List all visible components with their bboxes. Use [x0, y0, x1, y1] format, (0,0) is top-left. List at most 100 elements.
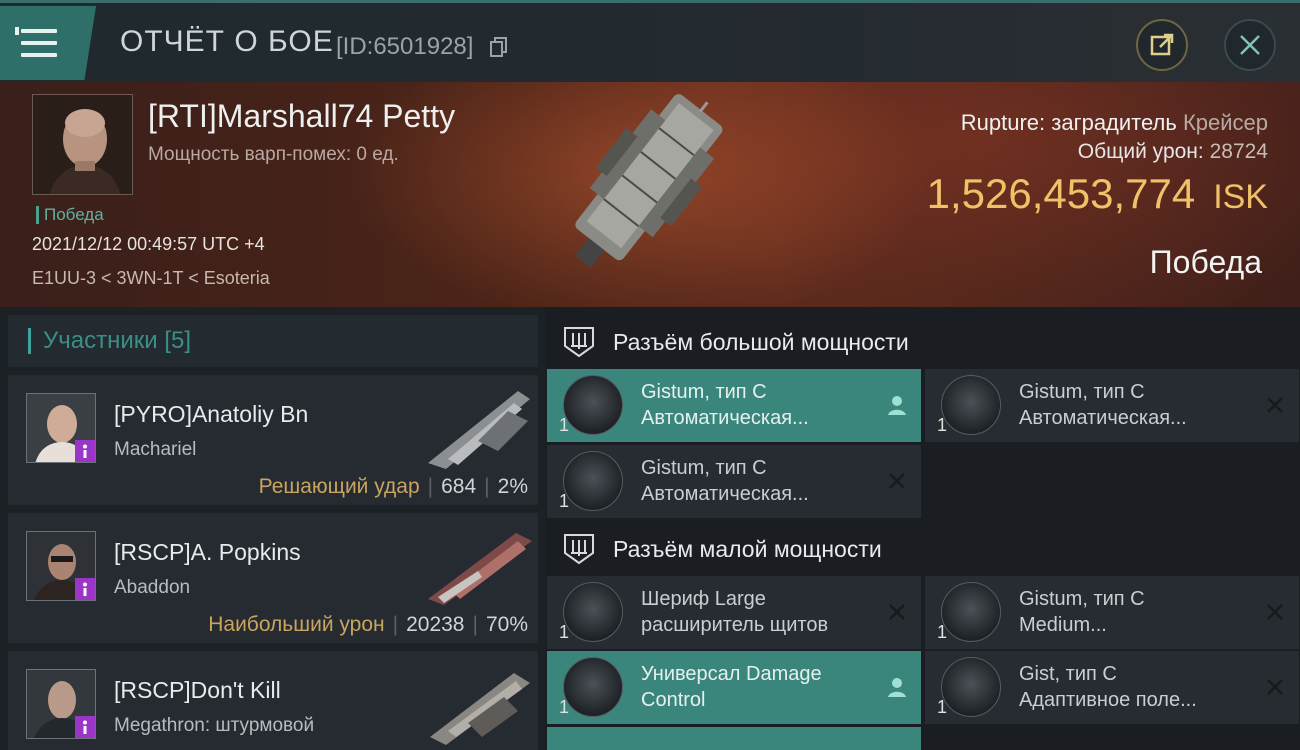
close-icon[interactable]	[885, 469, 909, 493]
participant-stats: Решающий удар | 684 | 2%	[259, 475, 528, 499]
module-name: Gistum, тип C	[641, 457, 767, 479]
participants-header[interactable]: Участники [5]	[8, 315, 538, 367]
participant-damage: 20238	[406, 613, 465, 636]
close-icon[interactable]	[885, 600, 909, 624]
fitting-module[interactable]: 1 Шериф Large расширитель щитов	[547, 576, 921, 649]
menu-button[interactable]	[0, 6, 96, 80]
badge-icon	[83, 720, 87, 734]
module-type: Автоматическая...	[641, 483, 809, 505]
badge-icon	[83, 444, 87, 458]
victim-ship-name: Rupture: заградитель	[960, 110, 1177, 135]
participant-ship: Megathron: штурмовой	[114, 715, 315, 736]
fitting-module[interactable]: 1 Gist, тип C Адаптивное поле...	[925, 651, 1299, 724]
module-count: 1	[559, 415, 570, 435]
victim-banner: [RTI]Marshall74 Petty Мощность варп-поме…	[0, 82, 1300, 307]
module-count: 1	[937, 415, 948, 435]
fitting-module[interactable]: 1 Gistum, тип C Автоматическая...	[925, 369, 1299, 442]
warp-disrupt-text: Мощность варп-помех: 0 ед.	[148, 144, 399, 165]
module-name: Gist, тип C	[1019, 663, 1117, 685]
module-count: 1	[937, 622, 948, 642]
turret-icon	[941, 375, 1001, 435]
high-slot-icon	[564, 327, 594, 358]
fitting-module[interactable]: 1 Gistum, тип C Medium...	[925, 576, 1299, 649]
module-type: Medium...	[1019, 614, 1107, 636]
module-count: 1	[559, 622, 570, 642]
participant-name: [PYRO]Anatoliy Bn	[114, 401, 309, 427]
medium-module-icon	[941, 582, 1001, 642]
isk-value-line: 1,526,453,774 ISK	[927, 170, 1268, 218]
participants-panel: Участники [5] [PYRO]Anatoliy Bn Macharie…	[0, 307, 545, 750]
participant-percent: 2%	[497, 475, 528, 498]
participant-card[interactable]: [RSCP]A. Popkins Abaddon Наибольший урон…	[8, 513, 538, 643]
adaptive-field-icon	[941, 657, 1001, 717]
share-button[interactable]	[1136, 19, 1188, 71]
turret-icon	[563, 375, 623, 435]
person-icon[interactable]	[885, 393, 909, 417]
close-icon	[1240, 35, 1260, 55]
isk-unit: ISK	[1213, 178, 1268, 216]
participant-ship: Machariel	[114, 439, 197, 460]
close-button[interactable]	[1224, 19, 1276, 71]
status-label: Победа	[44, 205, 104, 224]
corp-badge	[75, 578, 95, 600]
fittings-panel: Разъём большой мощности 1 Gistum, тип C …	[545, 307, 1300, 750]
page-title: ОТЧЁТ О БОЕ	[120, 25, 334, 58]
person-icon[interactable]	[885, 675, 909, 699]
stats-separator: |	[392, 613, 399, 636]
participant-card[interactable]: [PYRO]Anatoliy Bn Machariel Решающий уда…	[8, 375, 538, 505]
victim-ship-image	[575, 94, 723, 268]
victim-portrait[interactable]	[32, 94, 133, 195]
close-icon[interactable]	[1263, 675, 1287, 699]
damage-control-icon	[563, 657, 623, 717]
total-damage: Общий урон: 28724	[1078, 140, 1268, 164]
participant-stats: Наибольший урон | 20238 | 70%	[208, 613, 528, 637]
final-blow-tag: Решающий удар	[258, 475, 420, 498]
module-name: Gistum, тип C	[1019, 381, 1145, 403]
stats-separator: |	[427, 475, 434, 498]
top-damage-tag: Наибольший урон	[208, 613, 385, 636]
kill-location[interactable]: E1UU-3 < 3WN-1T < Esoteria	[32, 268, 270, 289]
low-slot-icon	[564, 534, 594, 565]
module-count: 1	[559, 491, 570, 511]
fitting-module[interactable]: 1 Универсал Damage Control	[547, 651, 921, 724]
participant-name: [RSCP]A. Popkins	[114, 539, 301, 565]
share-icon	[1150, 33, 1174, 56]
participant-damage: 684	[441, 475, 477, 498]
close-icon[interactable]	[1263, 600, 1287, 624]
fitting-module[interactable]: 1 Gistum, тип C Автоматическая...	[547, 369, 921, 442]
report-id: [ID:6501928]	[336, 33, 474, 60]
menu-icon	[15, 27, 57, 57]
module-name: Универсал Damage	[641, 663, 822, 685]
participant-card[interactable]: [RSCP]Don't Kill Megathron: штурмовой	[8, 651, 538, 750]
victim-name[interactable]: [RTI]Marshall74 Petty	[148, 98, 455, 135]
module-count: 1	[937, 697, 948, 717]
module-name: Gistum, тип C	[641, 381, 767, 403]
victim-avatar-image	[33, 95, 132, 194]
stats-separator: |	[484, 475, 490, 498]
kill-datetime: 2021/12/12 00:49:57 UTC +4	[32, 234, 265, 254]
status-marker	[36, 206, 39, 224]
close-icon[interactable]	[1263, 393, 1287, 417]
participants-title: Участники [5]	[43, 327, 192, 354]
low-slot-header: Разъём малой мощности	[545, 520, 1300, 578]
module-name: Шериф Large	[641, 588, 766, 610]
turret-icon	[563, 451, 623, 511]
fitting-module-partial[interactable]	[547, 727, 921, 750]
avatar	[26, 393, 96, 463]
module-name: Gistum, тип C	[1019, 588, 1145, 610]
total-damage-value: 28724	[1209, 140, 1268, 163]
shield-extender-icon	[563, 582, 623, 642]
total-damage-label: Общий урон:	[1077, 140, 1204, 163]
module-type: Адаптивное поле...	[1019, 689, 1197, 711]
corp-badge	[75, 440, 95, 462]
avatar	[26, 669, 96, 739]
copy-icon[interactable]	[490, 37, 508, 57]
participant-percent: 70%	[485, 613, 528, 636]
fitting-module[interactable]: 1 Gistum, тип C Автоматическая...	[547, 445, 921, 518]
avatar	[26, 531, 96, 601]
module-type: расширитель щитов	[641, 614, 829, 636]
participant-ship-image	[430, 673, 530, 745]
participant-ship: Abaddon	[114, 577, 191, 598]
victim-ship[interactable]: Rupture: заградитель Крейсер	[961, 110, 1268, 136]
isk-value: 1,526,453,774	[926, 170, 1196, 217]
